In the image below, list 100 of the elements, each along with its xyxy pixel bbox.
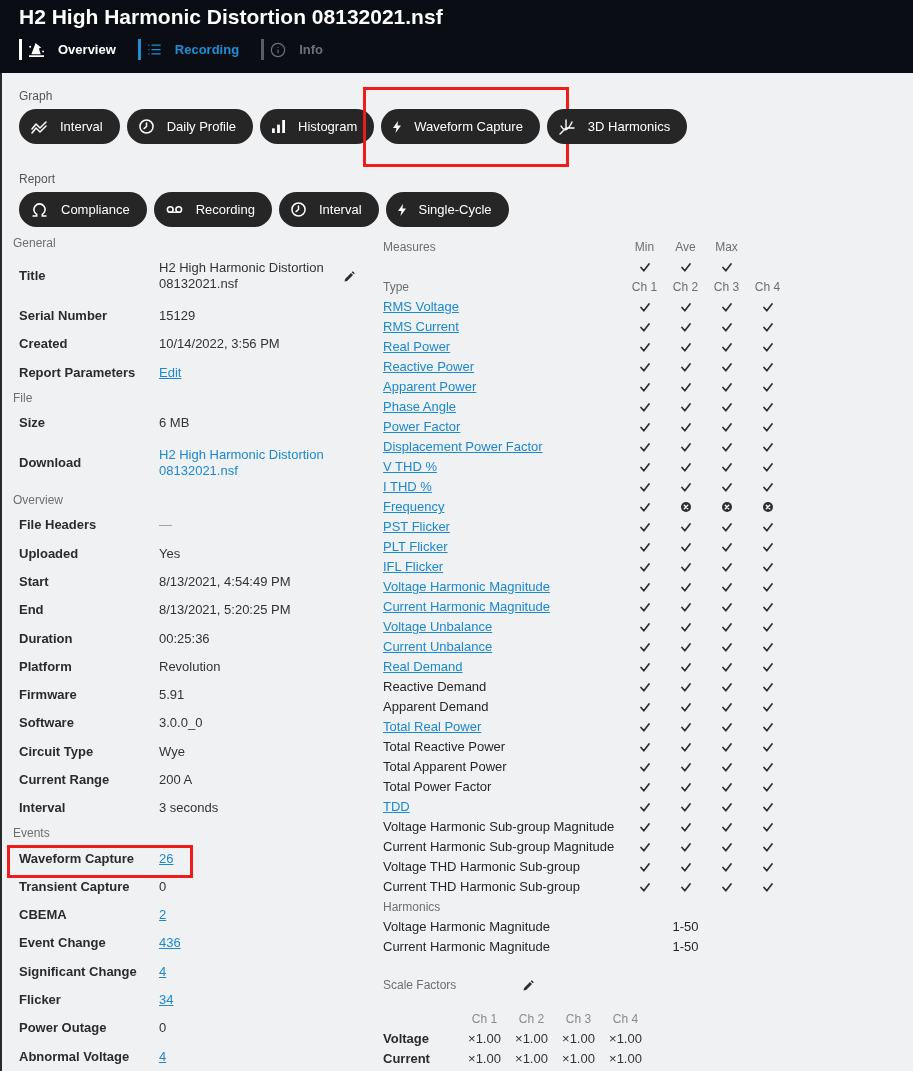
section-heading: General <box>13 235 56 252</box>
column-header: Ch 2 <box>518 1011 545 1027</box>
detail-link[interactable]: 4 <box>159 963 167 979</box>
report-button[interactable]: Single-Cycle <box>385 192 509 227</box>
section-heading: File <box>13 389 33 407</box>
detail-link[interactable]: 436 <box>159 935 181 951</box>
measure-link[interactable]: Frequency <box>383 499 445 514</box>
nav-tab[interactable]: Recording <box>137 39 262 60</box>
measure-link[interactable]: Voltage Harmonic Magnitude <box>383 579 550 594</box>
detail-label: Abnormal Voltage <box>19 1048 130 1064</box>
measure-name: Total Apparent Power <box>383 759 507 774</box>
detail-label: Start <box>19 573 49 589</box>
detail-label: Significant Change <box>19 963 137 979</box>
scale-value: ×1.00 <box>468 1031 501 1047</box>
pencil-icon[interactable] <box>344 270 355 282</box>
measure-link[interactable]: Power Factor <box>383 419 461 434</box>
report-button[interactable]: Recording <box>153 192 272 227</box>
measure-link[interactable]: Phase Angle <box>383 399 456 414</box>
detail-label: Power Outage <box>19 1020 107 1036</box>
column-header: Ch 2 <box>672 279 699 295</box>
scale-value: ×1.00 <box>562 1031 595 1047</box>
report-button[interactable]: Compliance <box>19 192 147 227</box>
detail-label: Serial Number <box>19 308 108 324</box>
measure-link[interactable]: PST Flicker <box>383 519 450 534</box>
detail-label: Interval <box>19 800 66 816</box>
list-icon <box>146 42 162 57</box>
column-header: Ch 3 <box>713 279 740 295</box>
detail-value: 3.0.0_0 <box>159 715 203 731</box>
measure-link[interactable]: PLT Flicker <box>383 539 448 554</box>
measure-link[interactable]: V THD % <box>383 459 437 474</box>
pencil-icon[interactable] <box>523 979 534 991</box>
detail-link[interactable]: 26 <box>159 850 174 866</box>
detail-value: 0 <box>159 878 167 894</box>
column-header: Ave <box>675 239 696 255</box>
detail-value: 0 <box>159 1020 167 1036</box>
harmonic-name: Voltage Harmonic Magnitude <box>383 919 550 934</box>
measure-name: Current Harmonic Sub-group Magnitude <box>383 839 615 854</box>
detail-value: Revolution <box>159 658 221 674</box>
measure-link[interactable]: Displacement Power Factor <box>383 439 543 454</box>
measure-link[interactable]: I THD % <box>383 479 432 494</box>
measure-link[interactable]: Total Real Power <box>383 719 482 734</box>
page-title: H2 High Harmonic Distortion 08132021.nsf <box>19 5 443 29</box>
measure-link[interactable]: TDD <box>383 799 410 814</box>
measure-link[interactable]: Real Power <box>383 339 451 354</box>
section-heading: Events <box>13 825 50 843</box>
line-chart-icon <box>31 119 47 134</box>
measure-link[interactable]: Voltage Unbalance <box>383 619 493 634</box>
omega-icon <box>31 202 48 217</box>
detail-link[interactable]: 34 <box>159 992 174 1008</box>
measure-name: Reactive Demand <box>383 679 487 694</box>
measure-link[interactable]: RMS Current <box>383 319 459 334</box>
scale-value: ×1.00 <box>562 1051 595 1067</box>
measure-link[interactable]: Current Unbalance <box>383 639 493 654</box>
detail-label: File Headers <box>19 517 97 533</box>
graph-button[interactable]: 3D Harmonics <box>546 109 688 144</box>
axes-curve-icon <box>558 118 575 135</box>
graph-button[interactable]: Histogram <box>260 109 375 144</box>
measure-link[interactable]: Current Harmonic Magnitude <box>383 599 550 614</box>
detail-value: 8/13/2021, 4:54:49 PM <box>159 573 291 589</box>
detail-value: 8/13/2021, 5:20:25 PM <box>159 602 291 618</box>
detail-value: 6 MB <box>159 415 190 431</box>
measure-name: Voltage THD Harmonic Sub-group <box>383 859 581 874</box>
column-header: Ch 1 <box>631 279 658 295</box>
detail-value: 00:25:36 <box>159 630 210 646</box>
detail-value: Wye <box>159 743 185 759</box>
detail-value: Yes <box>159 545 181 561</box>
clock-icon <box>290 202 306 217</box>
graph-button[interactable]: Waveform Capture <box>381 109 540 144</box>
scale-value: ×1.00 <box>609 1031 642 1047</box>
measure-link[interactable]: RMS Voltage <box>383 299 459 314</box>
info-icon <box>270 41 287 58</box>
section-heading: Overview <box>13 492 63 510</box>
measure-link[interactable]: Apparent Power <box>383 379 477 394</box>
detail-link[interactable]: 2 <box>159 907 167 923</box>
detail-label: Flicker <box>19 992 61 1008</box>
graph-button[interactable]: Daily Profile <box>126 109 253 144</box>
lightning-bolt-icon <box>393 120 402 133</box>
scale-value: ×1.00 <box>609 1051 642 1067</box>
detail-label: Download <box>19 455 82 471</box>
column-header: Max <box>715 239 738 255</box>
harmonic-range: 1-50 <box>672 939 699 955</box>
nav-tab[interactable]: Overview <box>19 39 138 60</box>
download-link[interactable]: H2 High Harmonic Distortion 08132021.nsf <box>159 447 339 480</box>
measure-name: Apparent Demand <box>383 699 489 714</box>
measure-name: Current THD Harmonic Sub-group <box>383 879 580 894</box>
detail-link[interactable]: 4 <box>159 1048 167 1064</box>
measure-name: Total Power Factor <box>383 779 492 794</box>
detail-label: Platform <box>19 658 72 674</box>
measure-link[interactable]: IFL Flicker <box>383 559 444 574</box>
detail-label: Current Range <box>19 772 110 787</box>
report-button[interactable]: Interval <box>278 192 379 227</box>
detail-value: 200 A <box>159 772 193 787</box>
detail-label: Created <box>19 336 68 352</box>
measure-link[interactable]: Reactive Power <box>383 359 475 374</box>
section-heading: Measures <box>383 239 436 255</box>
section-heading: Scale Factors <box>383 977 457 993</box>
detail-link[interactable]: Edit <box>159 364 182 380</box>
measure-link[interactable]: Real Demand <box>383 659 463 674</box>
graph-button[interactable]: Interval <box>19 109 120 144</box>
scale-label: Current <box>383 1051 430 1066</box>
